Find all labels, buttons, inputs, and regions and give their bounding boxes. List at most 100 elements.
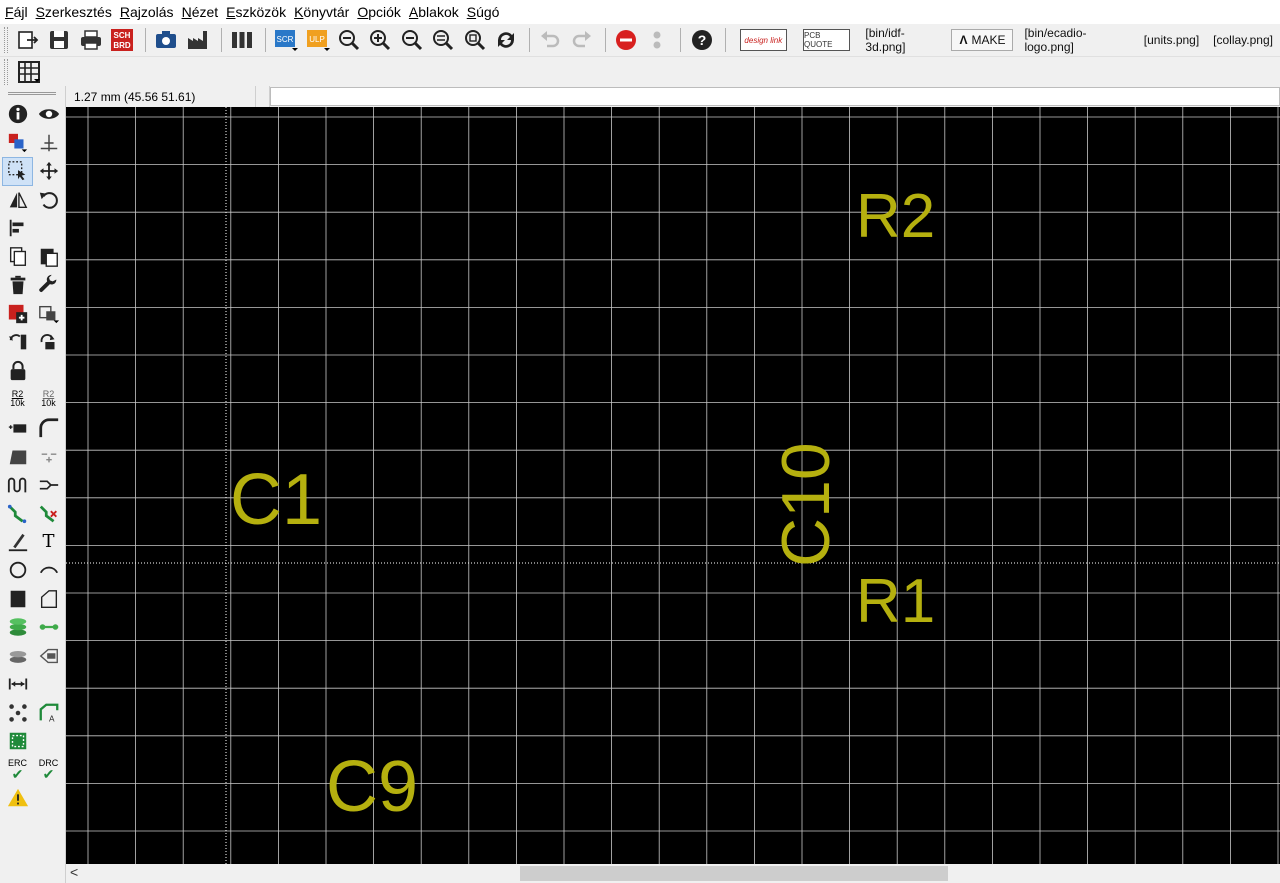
horizontal-scrollbar[interactable]: < bbox=[66, 864, 1280, 883]
mirror-icon[interactable] bbox=[2, 186, 33, 215]
autorouter-icon[interactable]: A bbox=[33, 699, 64, 728]
menu-options[interactable]: Opciók bbox=[356, 4, 408, 20]
ecadio-logo-button[interactable]: [bin/ecadio-logo.png] bbox=[1017, 26, 1136, 54]
drc-icon[interactable]: DRC ✔ bbox=[33, 756, 64, 785]
menu-tools[interactable]: Eszközök bbox=[225, 4, 293, 20]
differential-pair-icon[interactable] bbox=[33, 471, 64, 500]
menu-help[interactable]: Súgó bbox=[466, 4, 507, 20]
line-icon[interactable] bbox=[2, 528, 33, 557]
stop-icon[interactable] bbox=[612, 26, 640, 54]
align-icon[interactable] bbox=[2, 214, 33, 243]
part-label-c9[interactable]: C9 bbox=[326, 747, 418, 827]
delete-icon[interactable] bbox=[2, 271, 33, 300]
toolbar-grip[interactable] bbox=[4, 27, 8, 53]
dimension-icon[interactable] bbox=[2, 670, 33, 699]
manufacturing-icon[interactable] bbox=[184, 26, 212, 54]
show-eye-icon[interactable] bbox=[33, 100, 64, 129]
make-button[interactable]: Λ MAKE bbox=[951, 29, 1014, 51]
toolbar-grip[interactable] bbox=[4, 58, 8, 85]
coordinate-bar: 1.27 mm (45.56 51.61) bbox=[66, 86, 1280, 107]
menu-window[interactable]: Ablakok bbox=[408, 4, 466, 20]
menu-library[interactable]: Könyvtár bbox=[293, 4, 356, 20]
info-icon[interactable] bbox=[2, 100, 33, 129]
meander-icon[interactable] bbox=[2, 471, 33, 500]
toolbar-grip[interactable] bbox=[8, 92, 56, 95]
lock-icon[interactable] bbox=[2, 357, 33, 386]
scrollbar-thumb[interactable] bbox=[520, 866, 948, 881]
select-group-icon[interactable] bbox=[2, 157, 33, 186]
idf-3d-button[interactable]: [bin/idf-3d.png] bbox=[858, 26, 947, 54]
zoom-in-icon[interactable] bbox=[366, 26, 394, 54]
route-icon[interactable] bbox=[2, 499, 33, 528]
menu-file[interactable]: Fájl bbox=[4, 4, 35, 20]
part-label-c1[interactable]: C1 bbox=[230, 460, 322, 540]
print-icon[interactable] bbox=[77, 26, 105, 54]
paste-icon[interactable] bbox=[33, 243, 64, 272]
collay-button[interactable]: [collay.png] bbox=[1206, 29, 1280, 51]
ratsnest-icon[interactable] bbox=[2, 699, 33, 728]
warning-icon[interactable] bbox=[2, 784, 33, 813]
wrench-icon[interactable] bbox=[33, 271, 64, 300]
grid-icon[interactable] bbox=[14, 58, 44, 86]
signal-icon[interactable] bbox=[33, 613, 64, 642]
board-canvas[interactable]: R2 C1 C10 R1 C9 bbox=[66, 107, 1280, 864]
hole-icon[interactable] bbox=[2, 642, 33, 671]
menu-edit[interactable]: Szerkesztés bbox=[35, 4, 119, 20]
menu-view[interactable]: Nézet bbox=[181, 4, 226, 20]
split-icon[interactable] bbox=[2, 442, 33, 471]
erc-icon[interactable]: ERC ✔ bbox=[2, 756, 33, 785]
redraw-icon[interactable] bbox=[492, 26, 520, 54]
save-icon[interactable] bbox=[45, 26, 73, 54]
rotate-icon[interactable] bbox=[33, 186, 64, 215]
gate-swap-icon[interactable] bbox=[33, 328, 64, 357]
design-link-button[interactable]: design link bbox=[739, 29, 788, 51]
ripup-icon[interactable] bbox=[33, 499, 64, 528]
command-toolbar: R2 10k R2 10k T A ERC ✔ DRC ✔ bbox=[0, 86, 66, 883]
zoom-out-icon[interactable] bbox=[398, 26, 426, 54]
command-line-input[interactable] bbox=[270, 87, 1280, 106]
arc-icon[interactable] bbox=[33, 556, 64, 585]
miter-icon[interactable] bbox=[33, 414, 64, 443]
text-icon[interactable]: T bbox=[33, 528, 64, 557]
attribute-icon[interactable] bbox=[33, 642, 64, 671]
cam-processor-icon[interactable] bbox=[152, 26, 180, 54]
redo-icon[interactable] bbox=[567, 26, 595, 54]
copy-icon[interactable] bbox=[2, 243, 33, 272]
polygon-icon[interactable] bbox=[33, 585, 64, 614]
replace-part-icon[interactable] bbox=[33, 300, 64, 329]
circle-icon[interactable] bbox=[2, 556, 33, 585]
open-icon[interactable] bbox=[14, 26, 42, 54]
design-block-icon[interactable] bbox=[2, 727, 33, 756]
ulp-icon[interactable]: ULP bbox=[304, 26, 332, 54]
rectangle-icon[interactable] bbox=[2, 585, 33, 614]
pcb-quote-button[interactable]: PCB QUOTE bbox=[803, 29, 851, 51]
swap-icon[interactable] bbox=[2, 328, 33, 357]
menu-draw[interactable]: Rajzolás bbox=[119, 4, 181, 20]
zoom-select-icon[interactable] bbox=[460, 26, 488, 54]
part-label-c10[interactable]: C10 bbox=[768, 442, 844, 567]
help-icon[interactable]: ? bbox=[687, 26, 715, 54]
layer-settings-icon[interactable] bbox=[228, 26, 256, 54]
display-layers-icon[interactable] bbox=[2, 129, 33, 158]
value-tool[interactable]: R2 10k bbox=[33, 385, 64, 414]
scroll-left-arrow-icon[interactable]: < bbox=[70, 864, 78, 880]
units-button[interactable]: [units.png] bbox=[1137, 29, 1206, 51]
zoom-fit-icon[interactable] bbox=[335, 26, 363, 54]
optimize-icon[interactable] bbox=[33, 442, 64, 471]
add-part-icon[interactable] bbox=[2, 300, 33, 329]
script-icon[interactable]: SCR bbox=[272, 26, 300, 54]
zoom-redraw-icon[interactable] bbox=[429, 26, 457, 54]
move-icon[interactable] bbox=[33, 157, 64, 186]
board-drawing[interactable]: R2 C1 C10R1 C9 bbox=[66, 107, 1280, 864]
toolbar-separator bbox=[145, 28, 147, 52]
smash-icon[interactable] bbox=[2, 414, 33, 443]
part-label-r1[interactable]: R1 bbox=[856, 567, 935, 636]
go-icon[interactable] bbox=[643, 26, 671, 54]
sch-brd-switch-icon[interactable]: SCH BRD bbox=[108, 26, 136, 54]
mark-icon[interactable] bbox=[33, 129, 64, 158]
name-tool[interactable]: R2 10k bbox=[2, 385, 33, 414]
via-layers-icon[interactable] bbox=[2, 613, 33, 642]
part-label-r2[interactable]: R2 bbox=[856, 182, 935, 251]
undo-icon[interactable] bbox=[536, 26, 564, 54]
svg-text:BRD: BRD bbox=[113, 41, 131, 50]
